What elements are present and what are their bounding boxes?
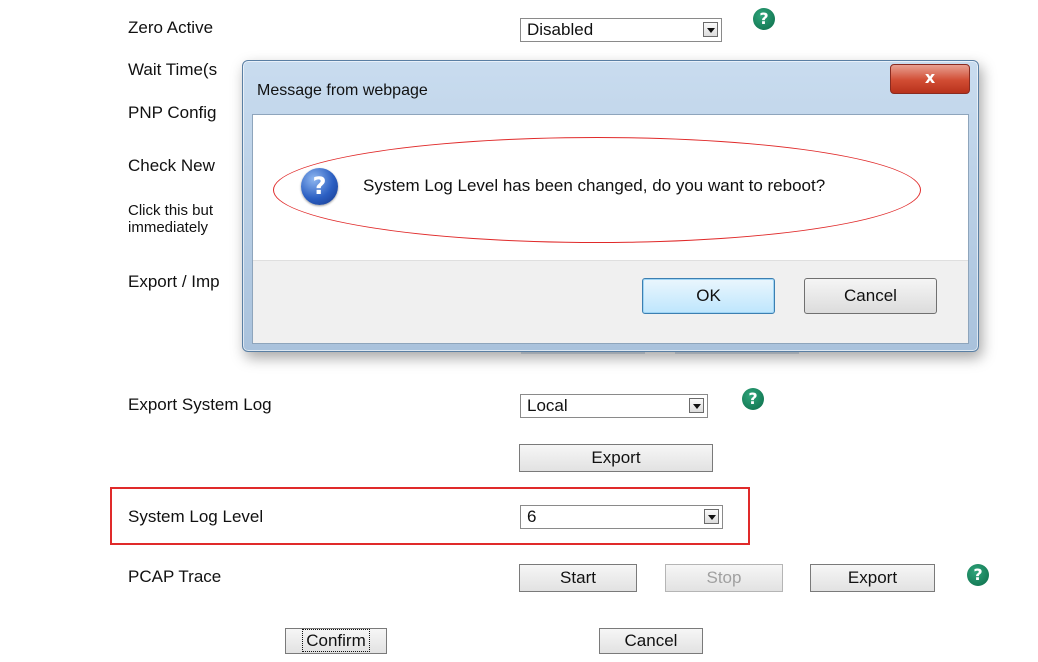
help-icon[interactable]: ? [967, 564, 989, 586]
confirm-button-label: Confirm [302, 629, 370, 652]
check-new-label: Check New [128, 156, 215, 175]
zero-active-label: Zero Active [128, 18, 214, 37]
cancel-button[interactable]: Cancel [599, 628, 703, 654]
zero-active-value: Disabled [527, 20, 594, 39]
export-system-log-value: Local [527, 396, 568, 415]
wait-time-label: Wait Time(s [128, 60, 218, 79]
chevron-down-icon [703, 22, 718, 37]
chevron-down-icon [689, 398, 704, 413]
export-system-log-label: Export System Log [128, 395, 272, 414]
dialog-message: System Log Level has been changed, do yo… [363, 176, 826, 195]
question-icon: ? [301, 168, 338, 205]
click-note-label: Click this but immediately [128, 202, 214, 236]
export-import-label: Export / Imp [128, 272, 220, 291]
dialog-title: Message from webpage [257, 82, 428, 99]
chevron-down-icon [704, 509, 719, 524]
close-button[interactable]: x [890, 64, 970, 94]
pcap-trace-label: PCAP Trace [128, 567, 222, 586]
ok-button[interactable]: OK [642, 278, 775, 314]
pnp-config-label: PNP Config [128, 103, 217, 122]
help-icon[interactable]: ? [742, 388, 764, 410]
export-log-button[interactable]: Export [519, 444, 713, 472]
close-icon: x [924, 68, 936, 87]
help-icon[interactable]: ? [753, 8, 775, 30]
confirm-button[interactable]: Confirm [285, 628, 387, 654]
dialog-cancel-button[interactable]: Cancel [804, 278, 937, 314]
zero-active-select[interactable]: Disabled [520, 18, 722, 42]
system-log-level-value: 6 [527, 507, 537, 526]
pcap-start-button[interactable]: Start [519, 564, 637, 592]
system-log-level-label: System Log Level [128, 507, 264, 526]
pcap-stop-button: Stop [665, 564, 783, 592]
dialog-body: ? System Log Level has been changed, do … [252, 114, 969, 344]
message-dialog: Message from webpage x ? System Log Leve… [242, 60, 979, 352]
export-system-log-select[interactable]: Local [520, 394, 708, 418]
pcap-export-button[interactable]: Export [810, 564, 935, 592]
system-log-level-select[interactable]: 6 [520, 505, 723, 529]
dialog-footer: OK Cancel [253, 260, 968, 343]
